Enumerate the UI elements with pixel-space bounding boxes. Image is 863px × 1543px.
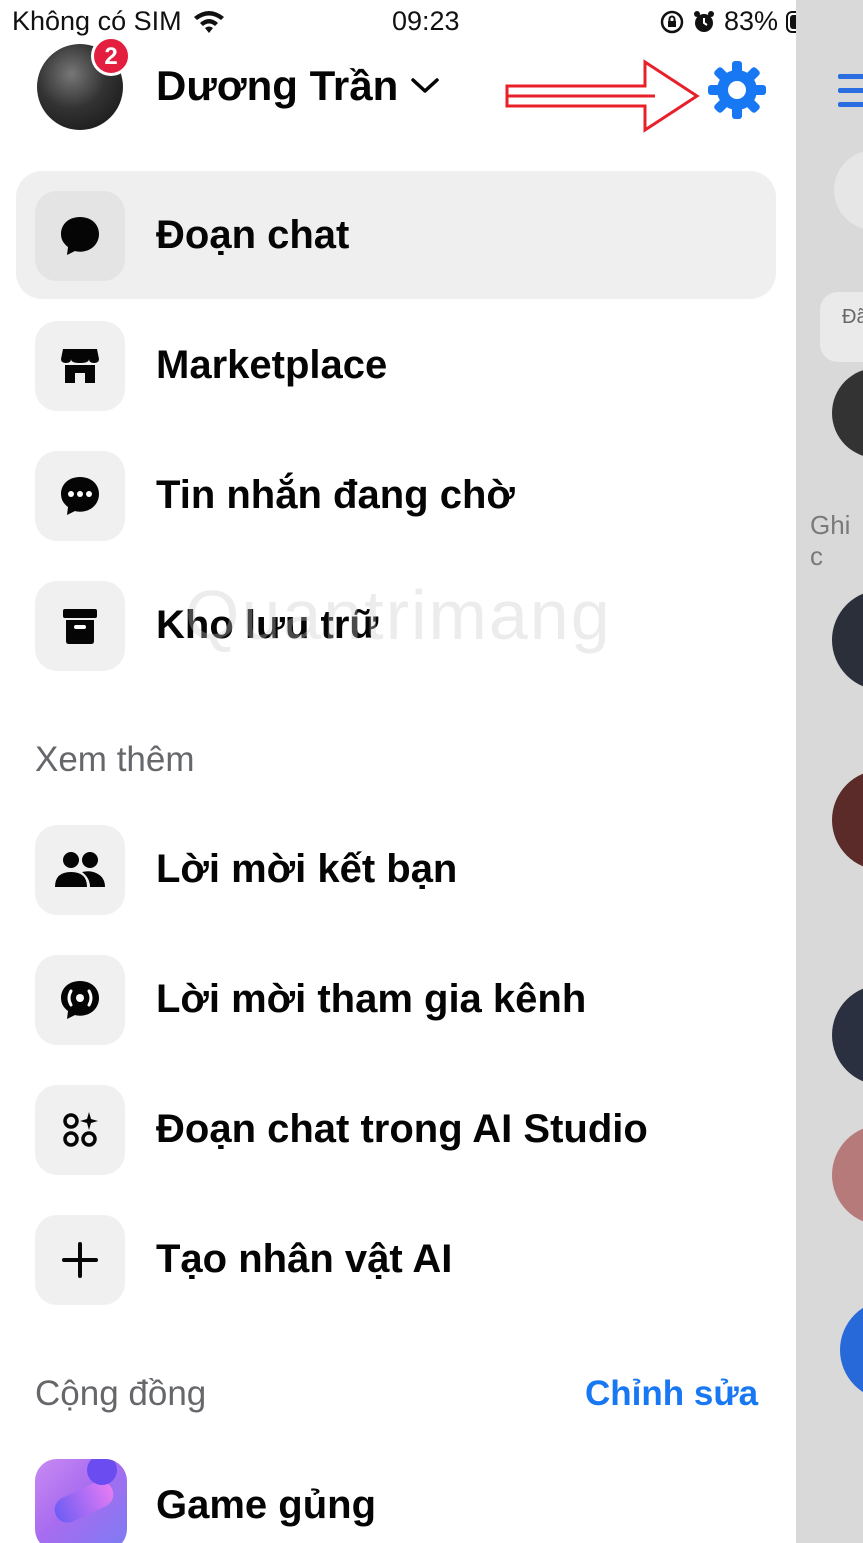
ai-studio-icon <box>35 1085 125 1175</box>
menu-item-chats[interactable]: Đoạn chat <box>16 171 776 299</box>
archive-icon <box>35 581 125 671</box>
background-pill-text: Đã <box>842 306 863 328</box>
menu-item-label: Marketplace <box>156 343 388 387</box>
menu-item-label: Đoạn chat <box>156 213 350 257</box>
menu-item-label: Lời mời kết bạn <box>156 847 458 891</box>
menu-item-label: Tạo nhân vật AI <box>156 1237 453 1281</box>
carrier-label: Không có SIM <box>12 6 182 36</box>
battery-percent: 83% <box>724 6 779 36</box>
menu-item-pending-messages[interactable]: Tin nhắn đang chờ <box>16 431 776 559</box>
game-community-icon <box>35 1459 127 1543</box>
menu-item-community-game[interactable]: Game gủng <box>16 1459 776 1543</box>
background-text: Ghi c <box>810 510 851 571</box>
section-title-more: Xem thêm <box>35 740 195 779</box>
background-avatar <box>832 1125 863 1225</box>
menu-item-label: Lời mời tham gia kênh <box>156 977 587 1021</box>
background-avatar <box>832 368 863 458</box>
section-title-community: Cộng đồng <box>35 1374 207 1413</box>
background-avatar <box>840 1300 863 1400</box>
chat-bubble-icon <box>35 191 125 281</box>
friends-icon <box>35 825 125 915</box>
watermark: Quantrimang <box>185 576 612 654</box>
menu-item-channel-invites[interactable]: Lời mời tham gia kênh <box>16 935 776 1063</box>
menu-item-ai-studio-chats[interactable]: Đoạn chat trong AI Studio <box>16 1065 776 1193</box>
menu-item-label: Tin nhắn đang chờ <box>156 473 515 517</box>
status-bar: Không có SIM 09:23 83% <box>0 0 863 44</box>
background-avatar <box>832 770 863 870</box>
settings-button[interactable] <box>705 58 769 122</box>
menu-item-create-ai-character[interactable]: Tạo nhân vật AI <box>16 1195 776 1323</box>
status-left: Không có SIM <box>12 6 226 37</box>
user-name: Dương Trần <box>156 62 399 109</box>
orientation-lock-icon <box>660 10 684 33</box>
edit-communities-link[interactable]: Chỉnh sửa <box>585 1374 758 1414</box>
channel-icon <box>35 955 125 1045</box>
background-screen-peek[interactable]: Đã Ghi c <box>796 0 863 1543</box>
background-note-pill: Đã <box>820 292 863 362</box>
background-avatar <box>832 590 863 690</box>
pending-message-icon <box>35 451 125 541</box>
menu-item-friend-requests[interactable]: Lời mời kết bạn <box>16 805 776 933</box>
gear-icon <box>708 61 766 119</box>
hamburger-icon <box>838 74 863 116</box>
menu-item-label: Đoạn chat trong AI Studio <box>156 1107 648 1151</box>
background-avatar <box>834 150 863 230</box>
store-icon <box>35 321 125 411</box>
annotation-arrow <box>505 59 700 133</box>
wifi-icon <box>193 10 224 33</box>
plus-icon <box>35 1215 125 1305</box>
chevron-down-icon <box>411 78 440 93</box>
notification-badge: 2 <box>91 36 131 76</box>
background-avatar <box>832 985 863 1085</box>
menu-item-label: Game gủng <box>156 1483 377 1527</box>
menu-item-marketplace[interactable]: Marketplace <box>16 301 776 429</box>
alarm-icon <box>694 10 714 32</box>
clock: 09:23 <box>392 6 460 36</box>
account-switcher[interactable]: Dương Trần <box>156 62 440 110</box>
drawer-header: 2 Dương Trần <box>0 36 796 154</box>
